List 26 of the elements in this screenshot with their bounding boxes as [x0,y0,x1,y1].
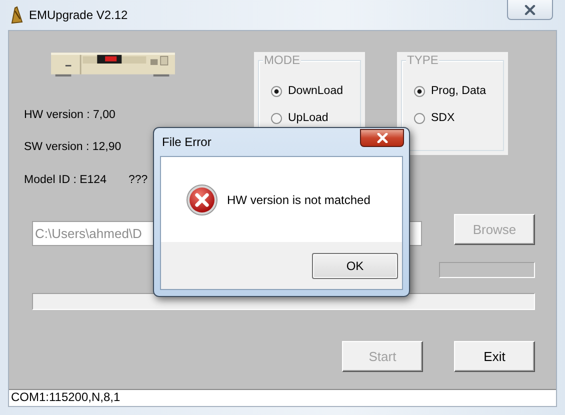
dialog-title: File Error [161,135,212,149]
info-text: SW version : 12,90 [24,141,122,154]
info-text: Model ID : E124 [24,174,106,186]
close-button[interactable] [360,129,404,147]
group-title: TYPE [406,53,440,67]
error-icon [186,184,218,216]
info-note: ??? [128,174,148,186]
window-title: EMUpgrade V2.12 [29,8,128,22]
radio-button[interactable] [414,86,425,96]
radio-option[interactable]: DownLoad [271,85,360,97]
close-icon [376,133,388,143]
ok-button[interactable]: OK [312,253,398,279]
close-icon [524,4,536,14]
radio-button[interactable] [414,112,425,124]
radio-option[interactable]: UpLoad [271,112,360,124]
error-message: HW version is not matched [227,192,370,206]
radio-option[interactable]: Prog, Data [414,85,503,97]
radio-button[interactable] [271,86,282,96]
group-title: MODE [263,53,301,67]
app-icon [9,6,23,24]
status-bar: COM1:115200,N,8,1 [9,389,556,406]
info-text: HW version : 7,00 [24,108,116,121]
radio-option[interactable]: SDX [414,112,503,124]
close-button[interactable] [507,0,553,20]
radio-button[interactable] [271,112,282,124]
exit-button[interactable]: Exit [454,341,535,372]
